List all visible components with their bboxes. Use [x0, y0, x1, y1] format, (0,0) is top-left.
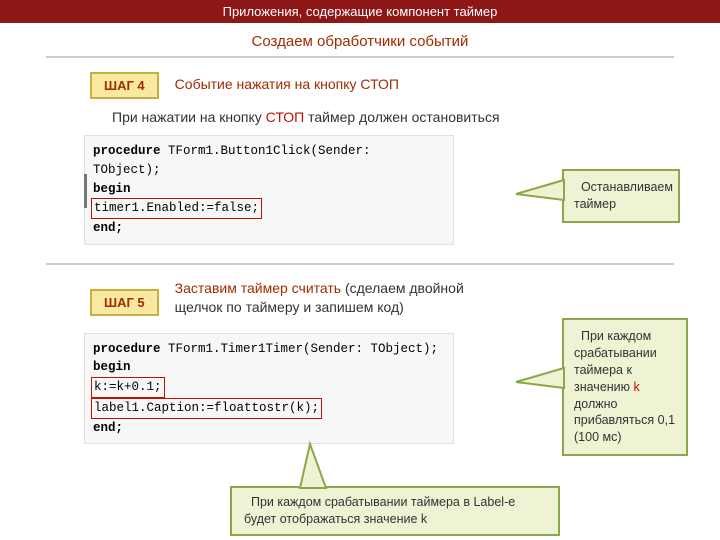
code-kw: procedure	[93, 144, 161, 158]
divider	[46, 56, 674, 58]
code-text: TForm1.Timer1Timer(Sender: TObject);	[161, 342, 439, 356]
step5-header: ШАГ 5 Заставим таймер считать (сделаем д…	[0, 279, 720, 317]
code-kw: end;	[93, 221, 123, 235]
callout-text: должно прибавляться 0,1 (100 мс)	[574, 397, 675, 445]
callout-pointer-icon	[516, 180, 564, 204]
code-highlight: timer1.Enabled:=false;	[91, 198, 262, 219]
slide-banner: Приложения, содержащие компонент таймер	[0, 0, 720, 23]
callout-pointer-icon	[516, 368, 564, 392]
code-highlight: k:=k+0.1;	[91, 377, 165, 398]
step4-title: Событие нажатия на кнопку СТОП	[175, 72, 399, 92]
code-kw: begin	[93, 360, 131, 374]
gutter-mark-icon	[84, 174, 87, 208]
step4-body-post: таймер должен остановиться	[304, 109, 499, 125]
step4-body: При нажатии на кнопку СТОП таймер должен…	[112, 109, 720, 125]
step4-code: procedure TForm1.Button1Click(Sender: TO…	[84, 135, 454, 245]
code-kw: end;	[93, 421, 123, 435]
callout-k: k	[634, 380, 640, 394]
step4-body-pre: При нажатии на кнопку	[112, 109, 266, 125]
step5-callout-right: При каждом срабатывании таймера к значен…	[562, 318, 688, 456]
step5-title-red: Заставим таймер считать	[175, 280, 341, 296]
slide-subtitle: Создаем обработчики событий	[0, 33, 720, 50]
step5-tag: ШАГ 5	[90, 289, 159, 316]
callout-label: Label	[473, 495, 504, 509]
step4-body-stop: СТОП	[266, 109, 305, 125]
callout-text: При каждом срабатывании таймера к значен…	[574, 329, 657, 394]
step5-title: Заставим таймер считать (сделаем двойной…	[175, 279, 505, 317]
step5-callout-bottom: При каждом срабатывании таймера в Label-…	[230, 486, 560, 536]
step4-header: ШАГ 4 Событие нажатия на кнопку СТОП	[0, 72, 720, 99]
step4-callout: Останавливаем таймер	[562, 169, 680, 223]
code-kw: begin	[93, 182, 131, 196]
callout-k: k	[421, 512, 427, 526]
step5-code: procedure TForm1.Timer1Timer(Sender: TOb…	[84, 333, 454, 445]
code-highlight: label1.Caption:=floattostr(k);	[91, 398, 322, 419]
callout-text: Останавливаем таймер	[574, 180, 673, 211]
callout-pointer-icon	[300, 444, 328, 488]
callout-text: При каждом срабатывании таймера в	[251, 495, 474, 509]
step4-tag: ШАГ 4	[90, 72, 159, 99]
code-kw: procedure	[93, 342, 161, 356]
divider	[46, 263, 674, 265]
